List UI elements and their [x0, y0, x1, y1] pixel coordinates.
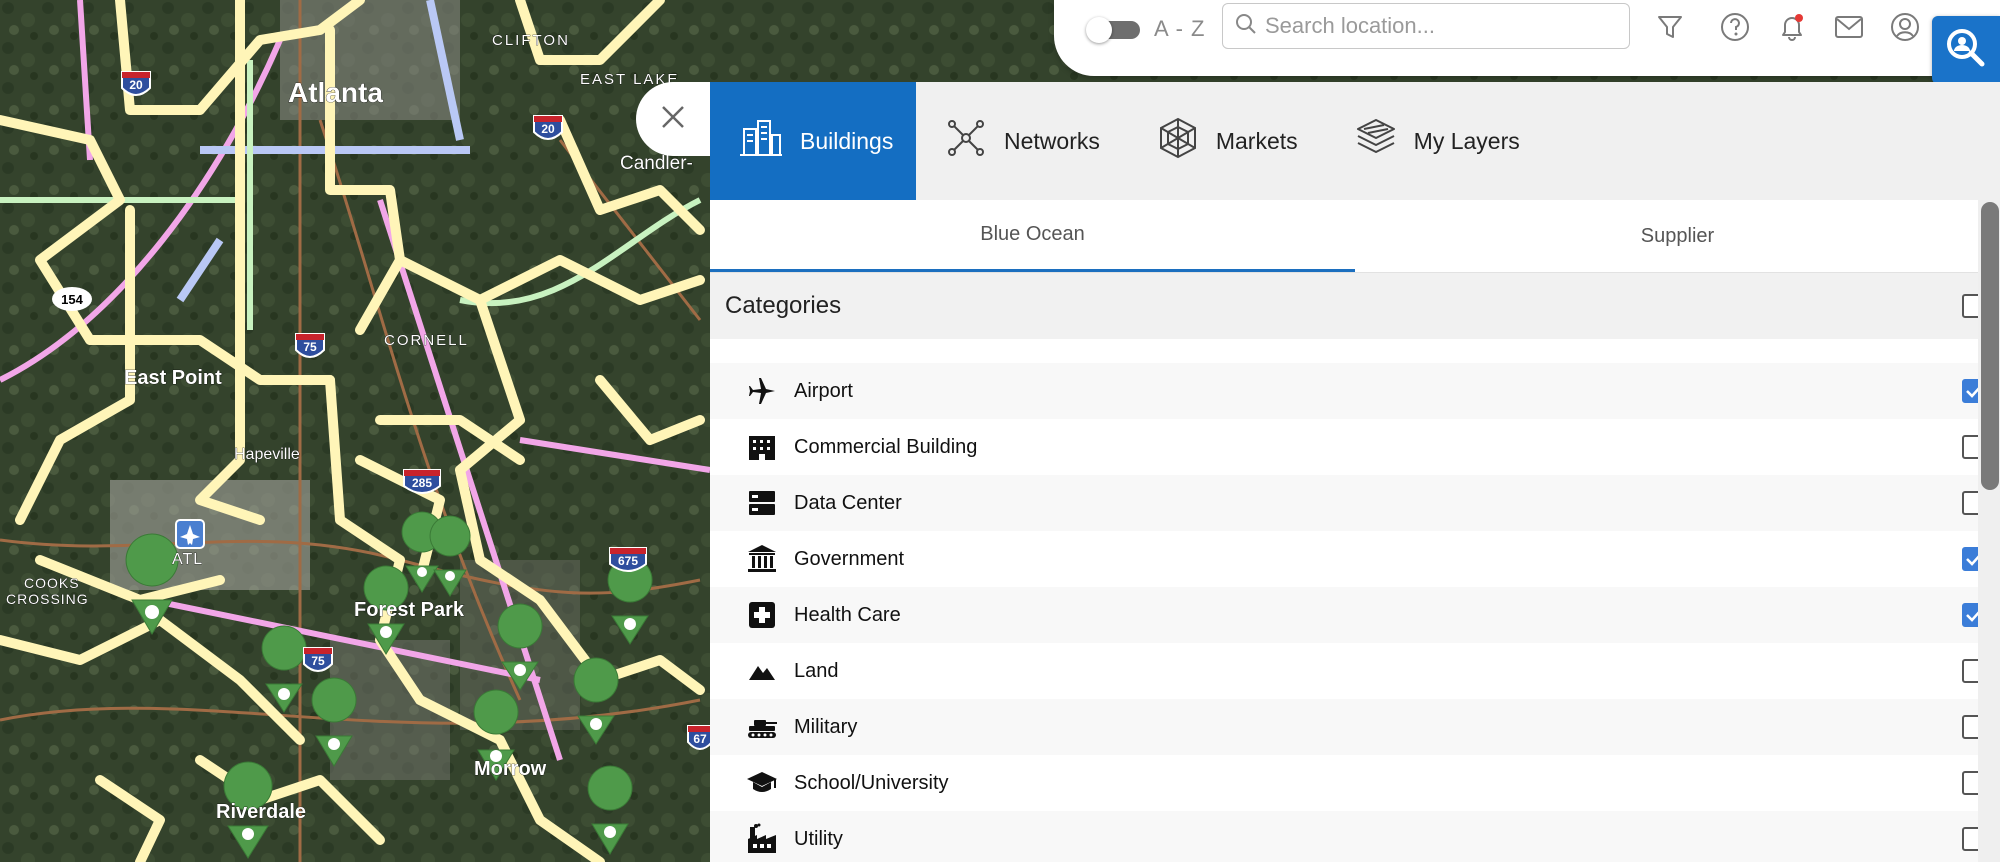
mountains-icon	[746, 655, 778, 687]
filter-icon[interactable]	[1653, 10, 1687, 44]
geo-search-button[interactable]	[1932, 16, 2000, 84]
tab-my-layers[interactable]: My Layers	[1326, 82, 1548, 200]
server-icon	[746, 487, 778, 519]
toggle-knob	[1086, 17, 1112, 43]
category-list: Airport Commercial Building Data Center	[710, 339, 2000, 862]
mail-icon[interactable]	[1832, 10, 1866, 44]
category-label: Government	[794, 547, 905, 570]
close-panel-button[interactable]	[636, 82, 710, 156]
category-row-utility[interactable]: Utility	[710, 811, 2000, 862]
categories-title: Categories	[725, 292, 842, 319]
category-label: Commercial Building	[794, 435, 978, 458]
buildings-icon	[738, 115, 784, 167]
category-row-data-center[interactable]: Data Center	[710, 475, 2000, 531]
shield-i67: 67	[693, 732, 707, 746]
government-icon	[746, 543, 778, 575]
search-box[interactable]	[1222, 3, 1630, 49]
graduation-cap-icon	[746, 767, 778, 799]
tab-networks-label: Networks	[1004, 127, 1100, 154]
label-morrow: Morrow	[474, 758, 547, 780]
shield-i675: 675	[618, 554, 638, 568]
search-icon	[1235, 13, 1257, 40]
user-icon[interactable]	[1888, 10, 1922, 44]
label-candler: Candler-	[620, 153, 693, 174]
subtabs: Blue Ocean Supplier	[710, 200, 2000, 273]
subtab-blue-ocean[interactable]: Blue Ocean	[710, 200, 1355, 272]
label-atlanta: Atlanta	[288, 77, 383, 108]
az-label: A - Z	[1154, 16, 1206, 41]
az-toggle-group: A - Z	[1086, 14, 1205, 44]
label-clifton: CLIFTON	[492, 32, 570, 49]
category-row-airport[interactable]: Airport	[710, 363, 2000, 419]
category-row-land[interactable]: Land	[710, 643, 2000, 699]
airplane-icon	[746, 375, 778, 407]
office-building-icon	[746, 431, 778, 463]
geo-search-icon	[1944, 26, 1988, 75]
shield-i75-a: 75	[303, 340, 317, 354]
label-cooks: COOKS	[24, 575, 80, 591]
shield-r154: 154	[61, 292, 83, 307]
label-east-point: East Point	[124, 367, 222, 389]
markets-icon	[1156, 116, 1200, 166]
bell-icon[interactable]	[1775, 10, 1809, 44]
category-label: School/University	[794, 771, 949, 794]
category-label: Land	[794, 659, 839, 682]
category-label: Military	[794, 715, 858, 738]
category-row-school-university[interactable]: School/University	[710, 755, 2000, 811]
factory-icon	[746, 823, 778, 855]
label-forest-park: Forest Park	[354, 599, 465, 621]
network-icon	[944, 116, 988, 166]
label-riverdale: Riverdale	[216, 801, 306, 823]
category-row-military[interactable]: Military	[710, 699, 2000, 755]
help-icon[interactable]	[1718, 10, 1752, 44]
layers-panel: Buildings Networks Markets My Layers Blu…	[710, 82, 2000, 862]
shield-i285: 285	[412, 476, 432, 490]
tab-my-layers-label: My Layers	[1413, 127, 1520, 154]
label-atl: ATL	[172, 551, 203, 568]
category-row-government[interactable]: Government	[710, 531, 2000, 587]
category-row-health-care[interactable]: Health Care	[710, 587, 2000, 643]
label-cornell: CORNELL	[384, 332, 469, 349]
label-crossing: CROSSING	[6, 591, 89, 607]
az-toggle-switch[interactable]	[1086, 17, 1142, 43]
close-icon	[660, 104, 686, 135]
label-hapeville: Hapeville	[234, 446, 300, 463]
shield-i20-b: 20	[541, 122, 555, 136]
category-row-commercial-building[interactable]: Commercial Building	[710, 419, 2000, 475]
category-label: Health Care	[794, 603, 901, 626]
tab-buildings[interactable]: Buildings	[710, 82, 916, 200]
medical-cross-icon	[746, 599, 778, 631]
shield-i20-a: 20	[129, 78, 143, 92]
tab-markets-label: Markets	[1215, 127, 1298, 154]
panel-scrollbar-thumb[interactable]	[1981, 202, 1999, 490]
categories-header: Categories	[710, 273, 2000, 339]
tab-markets[interactable]: Markets	[1128, 82, 1326, 200]
layer-tabs: Buildings Networks Markets My Layers	[710, 82, 2000, 200]
tank-icon	[746, 711, 778, 743]
tab-buildings-label: Buildings	[800, 127, 894, 154]
category-label: Data Center	[794, 491, 902, 514]
subtab-supplier[interactable]: Supplier	[1355, 200, 2000, 272]
category-label: Utility	[794, 827, 843, 850]
shield-i75-b: 75	[311, 654, 325, 668]
search-input[interactable]	[1263, 12, 1607, 40]
tab-networks[interactable]: Networks	[916, 82, 1128, 200]
category-label: Airport	[794, 379, 853, 402]
layers-icon	[1354, 116, 1398, 166]
